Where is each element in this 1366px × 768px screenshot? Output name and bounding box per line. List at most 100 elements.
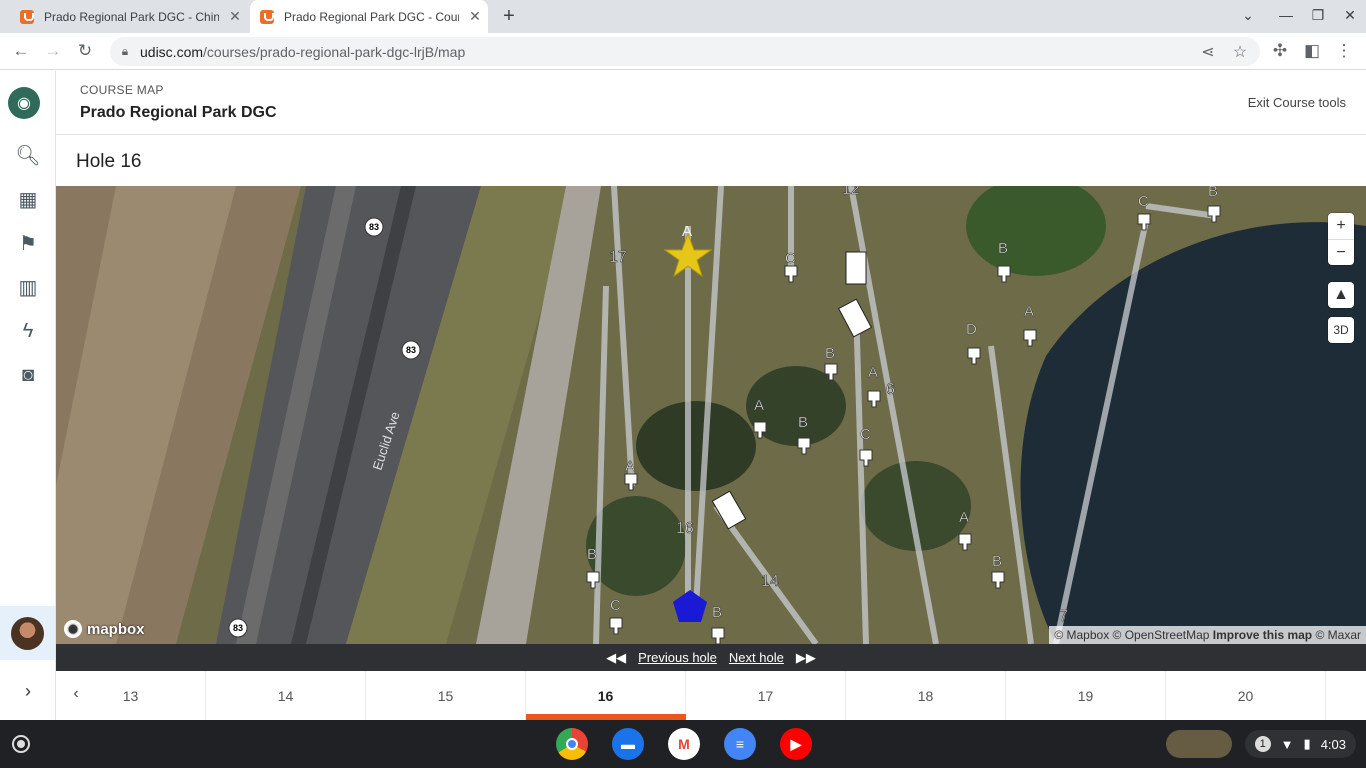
improve-map-link[interactable]: Improve this map bbox=[1213, 628, 1312, 642]
tab-title: Prado Regional Park DGC - Chino bbox=[44, 9, 219, 24]
svg-text:C: C bbox=[860, 426, 871, 443]
battery-icon: ▮ bbox=[1303, 736, 1311, 751]
svg-text:A: A bbox=[959, 509, 969, 526]
stats-icon[interactable]: ▥ bbox=[14, 273, 42, 301]
satellite-map[interactable]: 17 16 14 12 6 7 A C B A B A C B C B D A … bbox=[56, 186, 1366, 644]
next-double-arrow-icon: ▶▶ bbox=[795, 649, 816, 665]
restore-icon[interactable]: ❐ bbox=[1308, 7, 1328, 24]
tab-search-chevron-icon[interactable]: ⌄ bbox=[1238, 7, 1258, 24]
hole-selector-strip: ‹ 13 14 15 16 17 18 19 20 bbox=[56, 671, 1366, 720]
hole-tab-15[interactable]: 15 bbox=[366, 671, 526, 720]
messages-icon[interactable]: ▬ bbox=[612, 728, 644, 760]
zoom-in-button[interactable]: + bbox=[1328, 213, 1354, 240]
minimize-icon[interactable]: — bbox=[1276, 7, 1296, 23]
route-shield: 83 bbox=[406, 345, 416, 355]
route-shield: 83 bbox=[233, 623, 243, 633]
hole-tab-20[interactable]: 20 bbox=[1166, 671, 1326, 720]
map-attribution: © Mapbox © OpenStreetMap Improve this ma… bbox=[1049, 626, 1366, 644]
close-window-icon[interactable]: ✕ bbox=[1340, 7, 1360, 24]
mapbox-logo[interactable]: ◉ mapbox bbox=[64, 620, 145, 638]
expand-nav-chevron-icon[interactable]: › bbox=[14, 681, 42, 709]
hole-title-bar: Hole 16 bbox=[56, 136, 1366, 186]
route-shield: 83 bbox=[369, 222, 379, 232]
gmail-icon[interactable]: M bbox=[668, 728, 700, 760]
svg-text:C: C bbox=[610, 597, 621, 614]
udisc-favicon-icon bbox=[20, 9, 34, 24]
camera-icon[interactable]: ◙ bbox=[14, 361, 42, 389]
reload-icon[interactable]: ↻ bbox=[74, 41, 96, 61]
tee-box[interactable] bbox=[845, 251, 867, 285]
holding-space-thumbnails[interactable] bbox=[1166, 730, 1232, 758]
mapbox-wordmark: mapbox bbox=[87, 620, 145, 638]
svg-text:B: B bbox=[587, 546, 597, 563]
svg-text:B: B bbox=[712, 604, 722, 621]
hole-number-12: 12 bbox=[842, 186, 860, 198]
bookmark-star-icon[interactable]: ☆ bbox=[1230, 42, 1250, 62]
clock: 4:03 bbox=[1320, 736, 1346, 752]
course-map-icon[interactable]: ▦ bbox=[14, 185, 42, 213]
next-hole-link[interactable]: Next hole bbox=[729, 650, 784, 665]
tab-title: Prado Regional Park DGC - Course bbox=[284, 9, 459, 24]
section-kicker: COURSE MAP bbox=[80, 83, 164, 97]
back-arrow-icon[interactable]: ← bbox=[10, 41, 32, 61]
svg-text:D: D bbox=[966, 321, 977, 338]
docs-icon[interactable]: ≡ bbox=[724, 728, 756, 760]
compass-button[interactable]: ▲ bbox=[1328, 282, 1354, 308]
svg-text:B: B bbox=[1208, 186, 1218, 200]
browser-tab-1[interactable]: Prado Regional Park DGC - Chino ✕ bbox=[0, 0, 250, 33]
svg-text:C: C bbox=[785, 250, 796, 267]
share-icon[interactable]: ⋖ bbox=[1198, 42, 1218, 62]
holes-icon[interactable]: ⚑ bbox=[14, 229, 42, 257]
browser-tab-strip: Prado Regional Park DGC - Chino ✕ Prado … bbox=[0, 0, 1366, 33]
svg-text:B: B bbox=[825, 345, 835, 362]
youtube-icon[interactable]: ▶ bbox=[780, 728, 812, 760]
exit-course-tools-link[interactable]: Exit Course tools bbox=[1248, 95, 1346, 110]
avatar[interactable] bbox=[11, 617, 44, 650]
launcher-icon[interactable] bbox=[12, 735, 30, 753]
app-side-nav: ◉ 🔍︎ ▦ ⚑ ▥ ϟ ◙ › bbox=[0, 71, 56, 720]
hole-number-6: 6 bbox=[886, 381, 895, 398]
os-shelf: ▬ M ≡ ▶ 1 ▼ ▮ 4:03 bbox=[0, 720, 1366, 768]
attribution-maxar-link[interactable]: © Maxar bbox=[1315, 628, 1361, 642]
hole-pager: ◀◀ Previous hole Next hole ▶▶ bbox=[56, 644, 1366, 671]
hole-tab-16[interactable]: 16 bbox=[526, 671, 686, 720]
svg-text:B: B bbox=[992, 553, 1002, 570]
side-panel-icon[interactable]: ◧ bbox=[1301, 41, 1323, 61]
attribution-mapbox-link[interactable]: © Mapbox bbox=[1054, 628, 1109, 642]
svg-text:B: B bbox=[798, 414, 808, 431]
course-map[interactable]: 17 16 14 12 6 7 A C B A B A C B C B D A … bbox=[56, 186, 1366, 644]
browser-tab-2-active[interactable]: Prado Regional Park DGC - Course ✕ bbox=[250, 0, 488, 33]
view-3d-button[interactable]: 3D bbox=[1328, 317, 1354, 343]
hole-number-7: 7 bbox=[1059, 608, 1068, 625]
hole-tab-19[interactable]: 19 bbox=[1006, 671, 1166, 720]
extensions-puzzle-icon[interactable]: ✣ bbox=[1269, 41, 1291, 61]
hole-tab-17[interactable]: 17 bbox=[686, 671, 846, 720]
hole-number-17: 17 bbox=[609, 249, 627, 266]
hole-tab-18[interactable]: 18 bbox=[846, 671, 1006, 720]
status-tray[interactable]: 1 ▼ ▮ 4:03 bbox=[1244, 730, 1356, 758]
address-bar[interactable]: 🔒︎ udisc.com/courses/prado-regional-park… bbox=[110, 37, 1260, 66]
svg-text:A: A bbox=[754, 397, 764, 414]
previous-hole-link[interactable]: Previous hole bbox=[638, 650, 717, 665]
hole-tab-14[interactable]: 14 bbox=[206, 671, 366, 720]
chrome-icon[interactable] bbox=[556, 728, 588, 760]
search-icon[interactable]: 🔍︎ bbox=[14, 141, 42, 169]
user-avatar-area[interactable] bbox=[0, 606, 55, 660]
mapbox-logo-icon: ◉ bbox=[64, 620, 82, 638]
svg-text:C: C bbox=[1138, 193, 1149, 210]
page-title: Hole 16 bbox=[76, 151, 142, 172]
attribution-osm-link[interactable]: © OpenStreetMap bbox=[1113, 628, 1210, 642]
forward-arrow-icon[interactable]: → bbox=[42, 41, 64, 61]
zoom-controls: + − bbox=[1328, 213, 1354, 265]
lightning-icon[interactable]: ϟ bbox=[14, 317, 42, 345]
hole-tab-13[interactable]: 13 bbox=[56, 671, 206, 720]
close-tab-icon[interactable]: ✕ bbox=[227, 8, 243, 25]
new-tab-button[interactable]: + bbox=[498, 5, 520, 28]
url-path: /courses/prado-regional-park-dgc-lrjB/ma… bbox=[203, 43, 466, 60]
browser-menu-icon[interactable]: ⋮ bbox=[1333, 41, 1355, 61]
svg-text:A: A bbox=[868, 364, 878, 381]
notification-count: 1 bbox=[1254, 736, 1271, 752]
close-tab-icon[interactable]: ✕ bbox=[467, 8, 483, 25]
udisc-logo-icon[interactable]: ◉ bbox=[8, 87, 40, 119]
zoom-out-button[interactable]: − bbox=[1328, 240, 1354, 266]
